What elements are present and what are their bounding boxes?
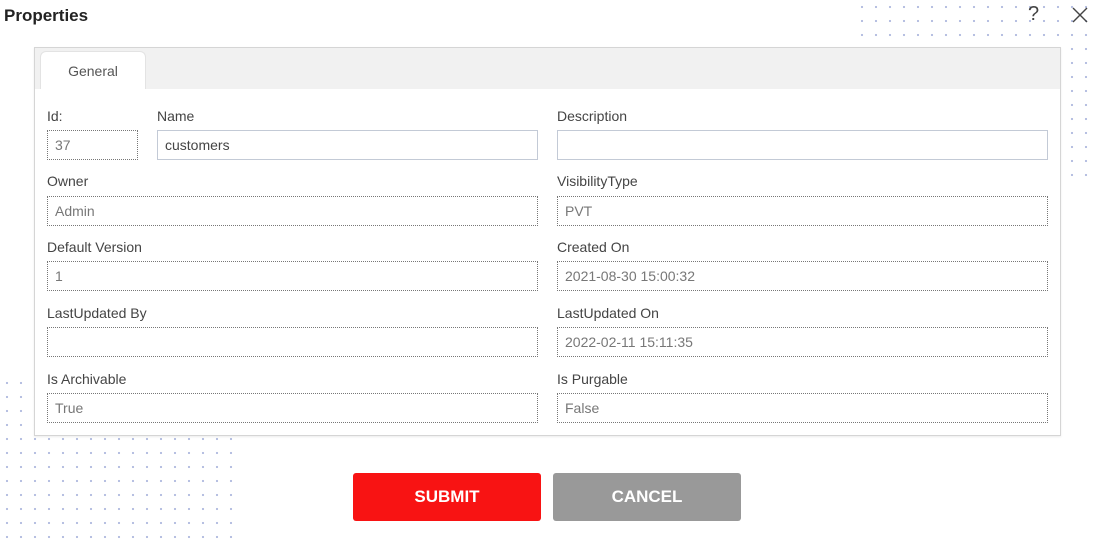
owner-field[interactable] — [47, 196, 538, 226]
tab-bar: General — [35, 48, 1060, 89]
is-purgable-field[interactable] — [557, 393, 1048, 423]
visibility-type-field[interactable] — [557, 196, 1048, 226]
submit-button[interactable]: SUBMIT — [353, 473, 541, 521]
cancel-button[interactable]: CANCEL — [553, 473, 741, 521]
default-version-label: Default Version — [47, 239, 142, 255]
last-updated-by-field[interactable] — [47, 327, 538, 357]
help-icon[interactable]: ? — [1028, 3, 1039, 26]
last-updated-on-label: LastUpdated On — [557, 305, 659, 321]
tab-general[interactable]: General — [40, 51, 146, 89]
is-purgable-label: Is Purgable — [557, 371, 628, 387]
name-label: Name — [157, 108, 195, 124]
id-field[interactable] — [47, 130, 138, 160]
last-updated-by-label: LastUpdated By — [47, 305, 147, 321]
id-label: Id: — [47, 108, 63, 124]
description-label: Description — [557, 108, 628, 124]
close-icon[interactable] — [1071, 6, 1089, 24]
is-archivable-field[interactable] — [47, 393, 538, 423]
dialog-title: Properties — [4, 6, 89, 25]
is-archivable-label: Is Archivable — [47, 371, 127, 387]
owner-label: Owner — [47, 173, 89, 189]
visibility-type-label: VisibilityType — [557, 173, 638, 189]
description-field[interactable] — [557, 130, 1048, 160]
last-updated-on-field[interactable] — [557, 327, 1048, 357]
created-on-field[interactable] — [557, 261, 1048, 291]
created-on-label: Created On — [557, 239, 630, 255]
properties-panel: General Id: Name Description Owner Visib… — [34, 47, 1061, 436]
name-field[interactable] — [157, 130, 538, 160]
default-version-field[interactable] — [47, 261, 538, 291]
